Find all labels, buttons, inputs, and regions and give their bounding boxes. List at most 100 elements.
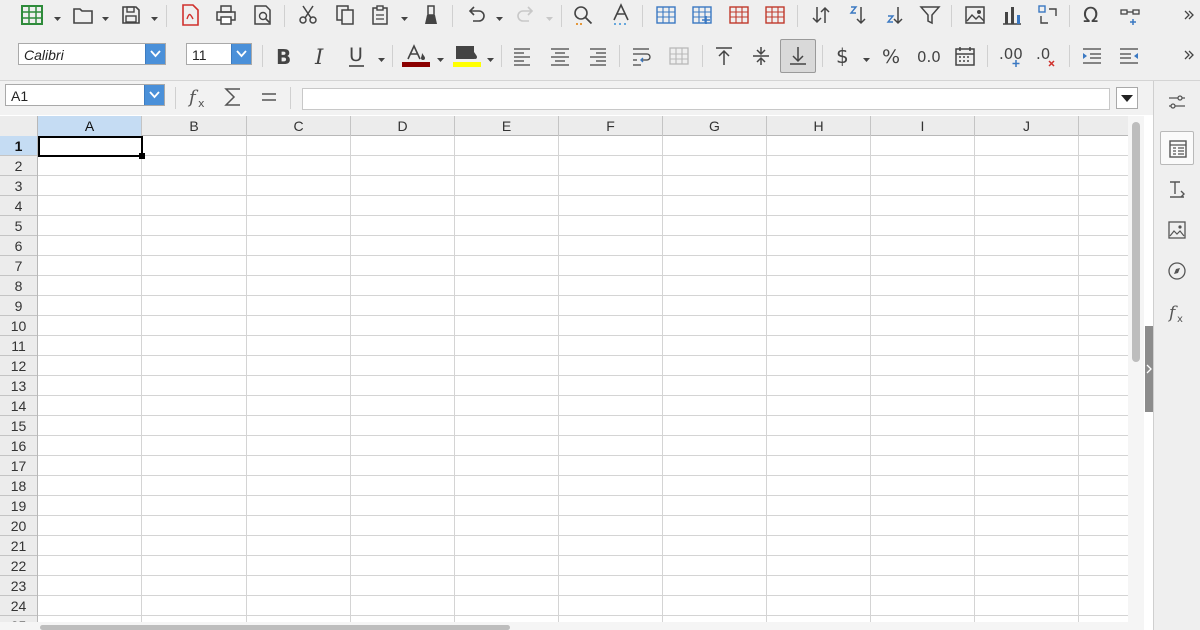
align-right-icon[interactable] (586, 45, 608, 67)
row-header-22[interactable]: 22 (0, 556, 37, 576)
row-header-6[interactable]: 6 (0, 236, 37, 256)
sidebar-format-button[interactable] (1160, 172, 1194, 206)
vertical-scrollbar[interactable] (1128, 116, 1144, 630)
find-replace-icon[interactable] (572, 4, 594, 26)
row-header-20[interactable]: 20 (0, 516, 37, 536)
autofill-handle[interactable] (139, 153, 145, 159)
export-pdf-icon[interactable] (179, 3, 201, 27)
select-all-corner[interactable] (0, 116, 38, 136)
row-header-1[interactable]: 1 (0, 136, 37, 156)
name-box[interactable]: A1 (5, 84, 165, 106)
row-header-8[interactable]: 8 (0, 276, 37, 296)
delete-decimal-icon[interactable]: .0 (1036, 43, 1060, 69)
column-header-f[interactable]: F (559, 116, 663, 136)
row-header-3[interactable]: 3 (0, 176, 37, 196)
formula-input[interactable] (302, 88, 1110, 110)
font-color-dropdown-icon[interactable] (436, 51, 445, 62)
hyperlink-icon[interactable] (1119, 4, 1141, 26)
row-header-9[interactable]: 9 (0, 296, 37, 316)
copy-icon[interactable] (334, 4, 356, 26)
row-header-11[interactable]: 11 (0, 336, 37, 356)
currency-icon[interactable]: $ (833, 44, 855, 68)
decrease-indent-icon[interactable] (1118, 45, 1140, 67)
background-color-icon[interactable] (453, 43, 483, 69)
sort-icon[interactable] (810, 4, 832, 26)
background-color-dropdown-icon[interactable] (486, 51, 495, 62)
column-header-partial[interactable] (1079, 116, 1128, 136)
row-header-10[interactable]: 10 (0, 316, 37, 336)
row-header-13[interactable]: 13 (0, 376, 37, 396)
underline-icon[interactable]: U (346, 44, 368, 68)
formula-icon[interactable] (258, 86, 280, 108)
column-header-b[interactable]: B (142, 116, 247, 136)
sidebar-functions-button[interactable]: fx (1160, 295, 1194, 329)
sort-ascending-icon[interactable] (846, 4, 868, 26)
column-header-j[interactable]: J (975, 116, 1079, 136)
column-header-c[interactable]: C (247, 116, 351, 136)
open-folder-icon[interactable] (72, 4, 94, 26)
percent-icon[interactable]: % (881, 44, 905, 68)
center-vertically-icon[interactable] (750, 45, 772, 67)
column-icon[interactable] (691, 4, 713, 26)
save-icon[interactable] (120, 4, 142, 26)
print-icon[interactable] (215, 4, 237, 26)
align-bottom-button[interactable] (780, 39, 816, 73)
function-wizard-icon[interactable]: fx (187, 86, 211, 110)
font-name-dropdown-icon[interactable] (145, 44, 165, 64)
merge-cells-icon[interactable] (668, 45, 690, 67)
vertical-scroll-thumb[interactable] (1132, 122, 1140, 362)
new-spreadsheet-icon[interactable] (20, 3, 44, 27)
row-header-7[interactable]: 7 (0, 256, 37, 276)
delete-row-icon[interactable] (728, 4, 750, 26)
add-decimal-icon[interactable]: .00 (999, 43, 1023, 69)
row-header-18[interactable]: 18 (0, 476, 37, 496)
column-header-g[interactable]: G (663, 116, 767, 136)
insert-chart-icon[interactable] (1001, 4, 1023, 26)
align-top-icon[interactable] (713, 45, 735, 67)
print-preview-icon[interactable] (252, 4, 274, 26)
undo-dropdown-icon[interactable] (495, 10, 504, 21)
horizontal-scroll-thumb[interactable] (40, 625, 510, 630)
more-tools-icon[interactable] (1183, 9, 1195, 21)
font-color-icon[interactable] (402, 43, 432, 69)
column-header-e[interactable]: E (455, 116, 559, 136)
increase-indent-icon[interactable] (1081, 45, 1103, 67)
sidebar-collapse-handle[interactable] (1145, 326, 1153, 412)
save-dropdown-icon[interactable] (150, 10, 159, 21)
row-header-12[interactable]: 12 (0, 356, 37, 376)
open-dropdown-icon[interactable] (101, 10, 110, 21)
align-left-icon[interactable] (512, 45, 534, 67)
row-header-19[interactable]: 19 (0, 496, 37, 516)
sidebar-gallery-button[interactable] (1160, 213, 1194, 247)
row-header-2[interactable]: 2 (0, 156, 37, 176)
sum-icon[interactable] (222, 86, 244, 108)
wrap-text-icon[interactable] (631, 45, 653, 67)
row-header-17[interactable]: 17 (0, 456, 37, 476)
row-header-4[interactable]: 4 (0, 196, 37, 216)
new-dropdown-icon[interactable] (53, 10, 62, 21)
sidebar-styles-button[interactable] (1160, 131, 1194, 165)
horizontal-scrollbar[interactable] (0, 622, 1128, 630)
underline-dropdown-icon[interactable] (377, 51, 386, 62)
row-header-21[interactable]: 21 (0, 536, 37, 556)
expand-formula-bar-button[interactable] (1116, 87, 1138, 109)
special-character-icon[interactable]: Ω (1082, 3, 1104, 27)
font-name-box[interactable]: Calibri (18, 43, 166, 65)
autofilter-icon[interactable] (919, 4, 941, 26)
row-header-15[interactable]: 15 (0, 416, 37, 436)
redo-dropdown-icon[interactable] (545, 10, 554, 21)
pivot-table-icon[interactable] (1037, 4, 1059, 26)
column-header-a[interactable]: A (38, 116, 142, 136)
number-format-icon[interactable]: 0.0 (917, 44, 941, 68)
redo-icon[interactable] (515, 4, 537, 26)
spreadsheet-grid[interactable]: ABCDEFGHIJ 1 2 3 4 5 6 7 8 9 10 11 12 13 14 15 16 17 18 19… (0, 116, 1128, 630)
paste-icon[interactable] (370, 4, 392, 26)
spelling-icon[interactable] (610, 3, 632, 27)
row-header-24[interactable]: 24 (0, 596, 37, 616)
delete-column-icon[interactable] (764, 4, 786, 26)
column-header-h[interactable]: H (767, 116, 871, 136)
row-icon[interactable] (655, 4, 677, 26)
font-size-dropdown-icon[interactable] (231, 44, 251, 64)
row-header-23[interactable]: 23 (0, 576, 37, 596)
bold-icon[interactable]: B (273, 45, 295, 67)
